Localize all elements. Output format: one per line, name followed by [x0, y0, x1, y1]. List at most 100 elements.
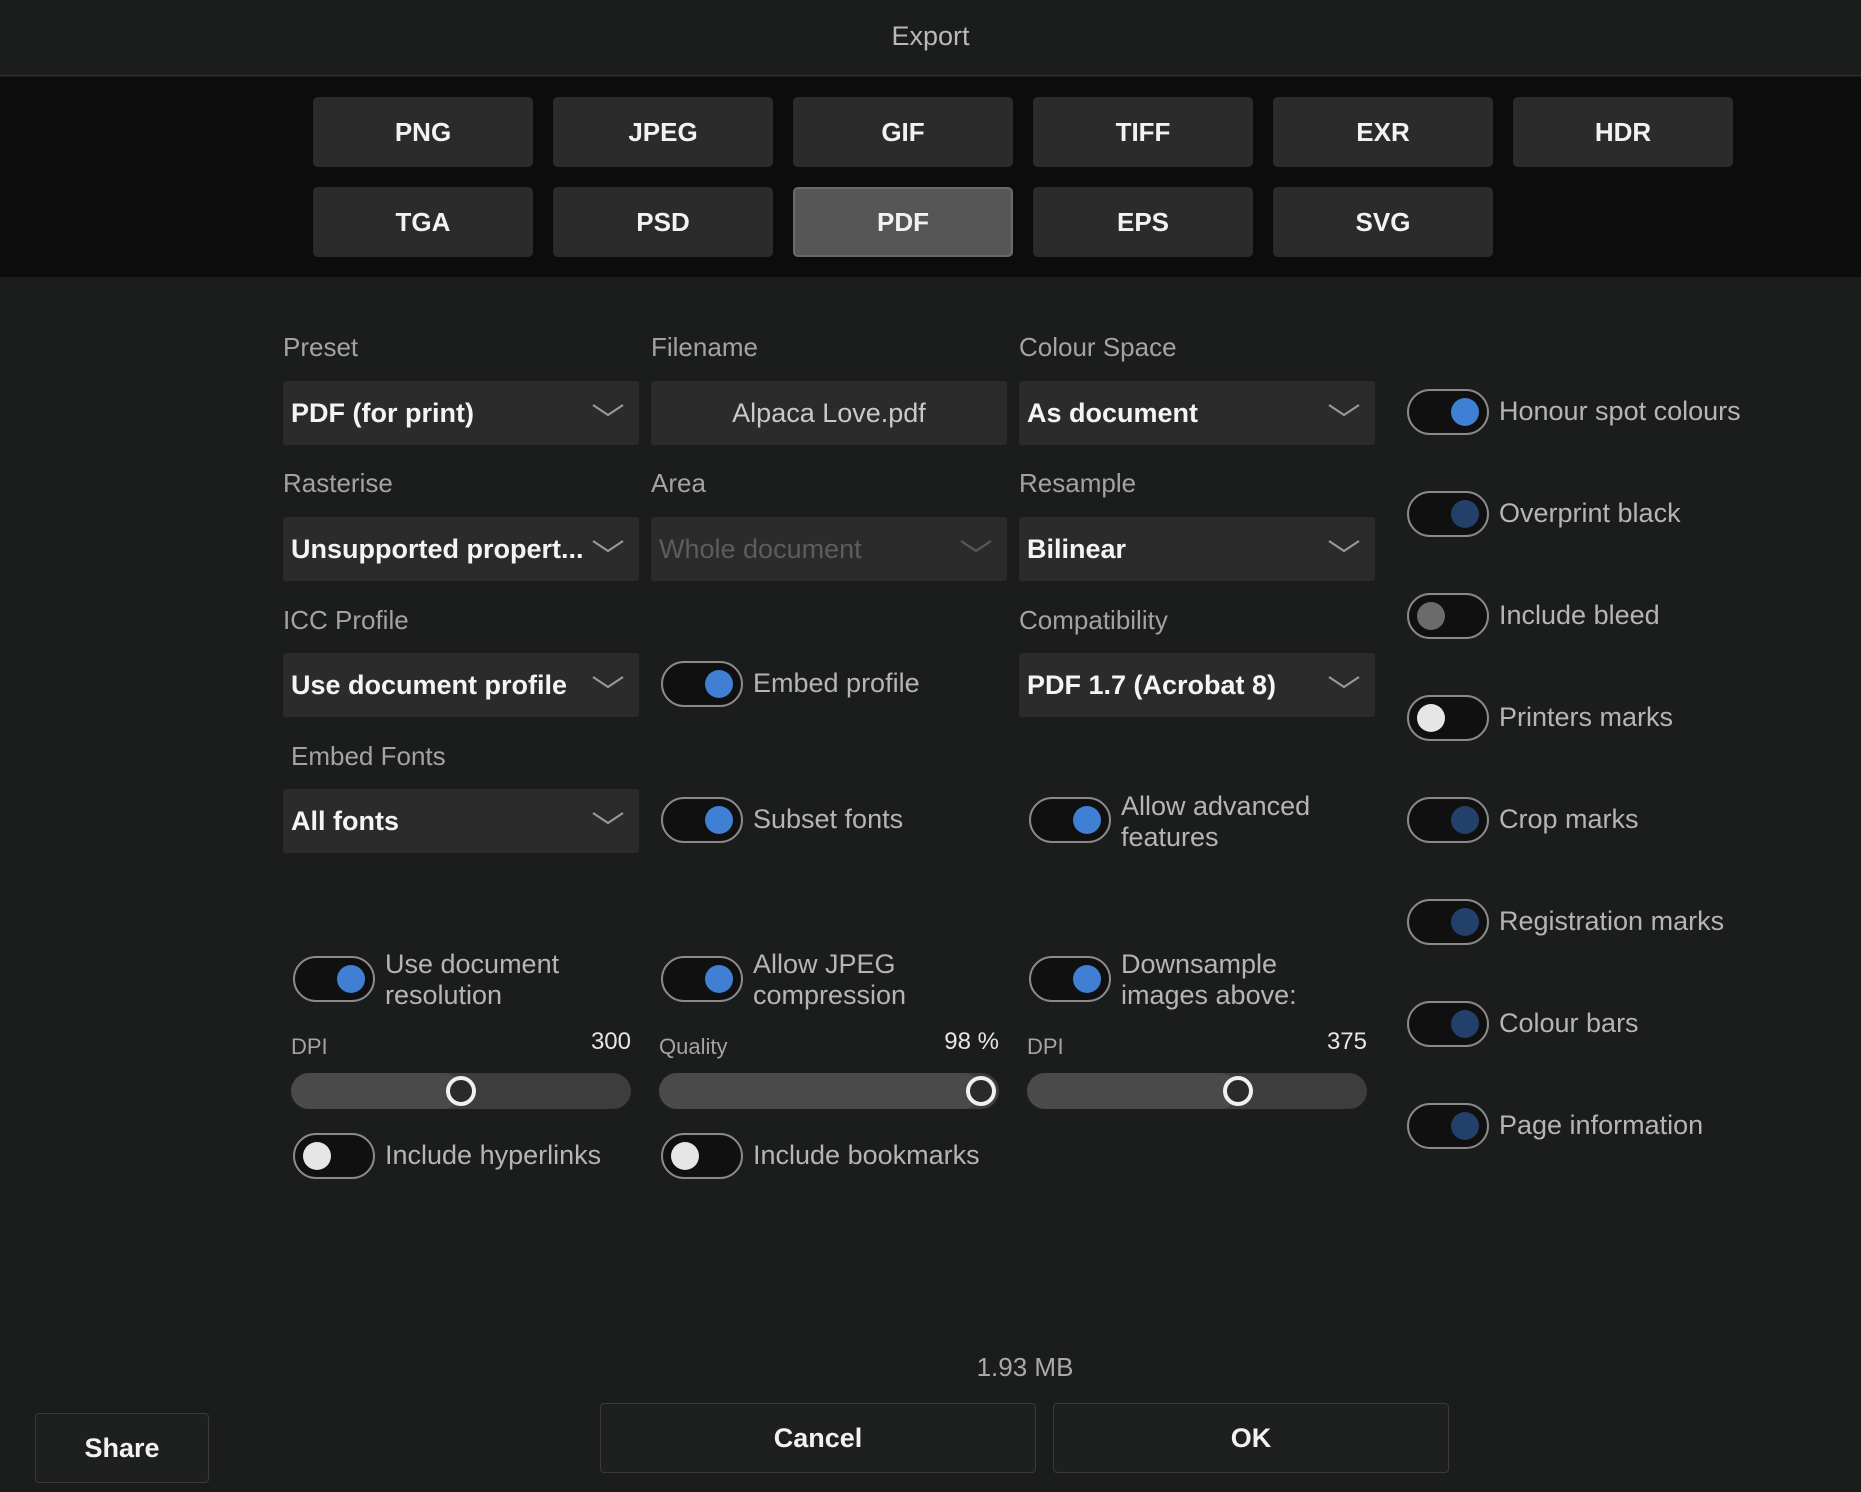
format-tga-button[interactable]: TGA [313, 187, 533, 257]
toggle-knob [1451, 1010, 1479, 1038]
slider-thumb[interactable] [446, 1076, 476, 1106]
page-information-toggle[interactable] [1407, 1103, 1489, 1149]
overprint-black-label: Overprint black [1499, 498, 1681, 528]
preset-dropdown[interactable]: PDF (for print) [283, 381, 639, 445]
toggle-knob [1073, 965, 1101, 993]
file-size: 1.93 MB [976, 1352, 1074, 1382]
allow-jpeg-line2: compression [753, 980, 907, 1010]
chevron-down-icon [1328, 676, 1360, 689]
toggle-knob [705, 965, 733, 993]
cancel-button[interactable]: Cancel [600, 1403, 1036, 1473]
format-selector: PNG JPEG GIF TIFF EXR HDR TGA PSD PDF EP… [0, 77, 1861, 277]
printers-marks-label: Printers marks [1499, 702, 1674, 732]
filename-value: Alpaca Love.pdf [732, 397, 926, 428]
area-label: Area [651, 468, 706, 498]
compatibility-dropdown[interactable]: PDF 1.7 (Acrobat 8) [1019, 653, 1375, 717]
format-svg-button[interactable]: SVG [1273, 187, 1493, 257]
toggle-knob [1451, 398, 1479, 426]
rasterise-label: Rasterise [283, 468, 393, 498]
compatibility-value: PDF 1.7 (Acrobat 8) [1027, 669, 1277, 700]
subset-fonts-label: Subset fonts [753, 804, 904, 834]
toggle-knob [337, 965, 365, 993]
format-exr-button[interactable]: EXR [1273, 97, 1493, 167]
downsample-label: Downsample images above: [1121, 949, 1297, 1011]
format-pdf-button[interactable]: PDF [793, 187, 1013, 257]
embed-profile-toggle[interactable] [661, 661, 743, 707]
compatibility-label: Compatibility [1019, 605, 1168, 635]
crop-marks-toggle[interactable] [1407, 797, 1489, 843]
allow-jpeg-toggle[interactable] [661, 956, 743, 1002]
include-bookmarks-toggle[interactable] [661, 1133, 743, 1179]
icc-profile-dropdown[interactable]: Use document profile [283, 653, 639, 717]
format-png-button[interactable]: PNG [313, 97, 533, 167]
use-doc-resolution-line2: resolution [385, 980, 503, 1010]
preset-value: PDF (for print) [291, 397, 474, 428]
area-value: Whole document [659, 533, 862, 564]
dpi-slider[interactable] [291, 1073, 631, 1109]
honour-spot-colours-toggle[interactable] [1407, 389, 1489, 435]
allow-advanced-line2: features [1121, 822, 1219, 852]
toggle-knob [303, 1142, 331, 1170]
format-eps-button[interactable]: EPS [1033, 187, 1253, 257]
downsample-dpi-slider[interactable] [1027, 1073, 1367, 1109]
downsample-line1: Downsample [1121, 949, 1278, 979]
slider-thumb[interactable] [1222, 1076, 1253, 1106]
downsample-toggle[interactable] [1029, 956, 1111, 1002]
area-dropdown[interactable]: Whole document [651, 517, 1007, 581]
filename-field[interactable]: Alpaca Love.pdf [651, 381, 1007, 445]
toggle-knob [1417, 602, 1445, 630]
use-doc-resolution-toggle[interactable] [293, 956, 375, 1002]
format-jpeg-button[interactable]: JPEG [553, 97, 773, 167]
allow-advanced-toggle[interactable] [1029, 797, 1111, 843]
format-gif-button[interactable]: GIF [793, 97, 1013, 167]
embed-fonts-dropdown[interactable]: All fonts [283, 789, 639, 853]
page-information-label: Page information [1499, 1110, 1704, 1140]
toggle-knob [705, 670, 733, 698]
resample-dropdown[interactable]: Bilinear [1019, 517, 1375, 581]
printers-marks-toggle[interactable] [1407, 695, 1489, 741]
allow-jpeg-line1: Allow JPEG [753, 949, 896, 979]
embed-fonts-value: All fonts [291, 805, 399, 836]
rasterise-dropdown[interactable]: Unsupported propert... [283, 517, 639, 581]
toggle-knob [671, 1142, 699, 1170]
toggle-knob [1417, 704, 1445, 732]
subset-fonts-toggle[interactable] [661, 797, 743, 843]
toggle-knob [1451, 908, 1479, 936]
filename-label: Filename [651, 332, 758, 362]
use-doc-resolution-line1: Use document [385, 949, 560, 979]
icc-profile-value: Use document profile [291, 669, 568, 700]
colour-bars-label: Colour bars [1499, 1008, 1639, 1038]
toggle-knob [1073, 806, 1101, 834]
include-bleed-label: Include bleed [1499, 600, 1660, 630]
format-tiff-button[interactable]: TIFF [1033, 97, 1253, 167]
preset-label: Preset [283, 332, 359, 362]
slider-thumb[interactable] [966, 1076, 996, 1106]
resample-value: Bilinear [1027, 533, 1127, 564]
use-doc-resolution-label: Use document resolution [385, 949, 559, 1011]
toggle-knob [705, 806, 733, 834]
registration-marks-toggle[interactable] [1407, 899, 1489, 945]
chevron-down-icon [592, 812, 624, 825]
colour-bars-toggle[interactable] [1407, 1001, 1489, 1047]
quality-slider[interactable] [659, 1073, 999, 1109]
include-bleed-toggle[interactable] [1407, 593, 1489, 639]
colour-space-dropdown[interactable]: As document [1019, 381, 1375, 445]
chevron-down-icon [960, 540, 992, 553]
honour-spot-colours-label: Honour spot colours [1499, 396, 1741, 426]
downsample-dpi-label: DPI [1027, 1034, 1064, 1059]
share-button[interactable]: Share [35, 1413, 209, 1483]
include-hyperlinks-toggle[interactable] [293, 1133, 375, 1179]
ok-button[interactable]: OK [1053, 1403, 1449, 1473]
rasterise-value: Unsupported propert... [291, 533, 584, 564]
quality-value: 98 % [944, 1028, 999, 1055]
allow-jpeg-label: Allow JPEG compression [753, 949, 906, 1011]
format-psd-button[interactable]: PSD [553, 187, 773, 257]
title-bar: Export [0, 0, 1861, 76]
dpi-value: 300 [590, 1028, 631, 1055]
allow-advanced-label: Allow advanced features [1121, 791, 1310, 853]
colour-space-value: As document [1027, 397, 1199, 428]
slider-fill [659, 1073, 981, 1109]
format-hdr-button[interactable]: HDR [1513, 97, 1733, 167]
crop-marks-label: Crop marks [1499, 804, 1639, 834]
overprint-black-toggle[interactable] [1407, 491, 1489, 537]
